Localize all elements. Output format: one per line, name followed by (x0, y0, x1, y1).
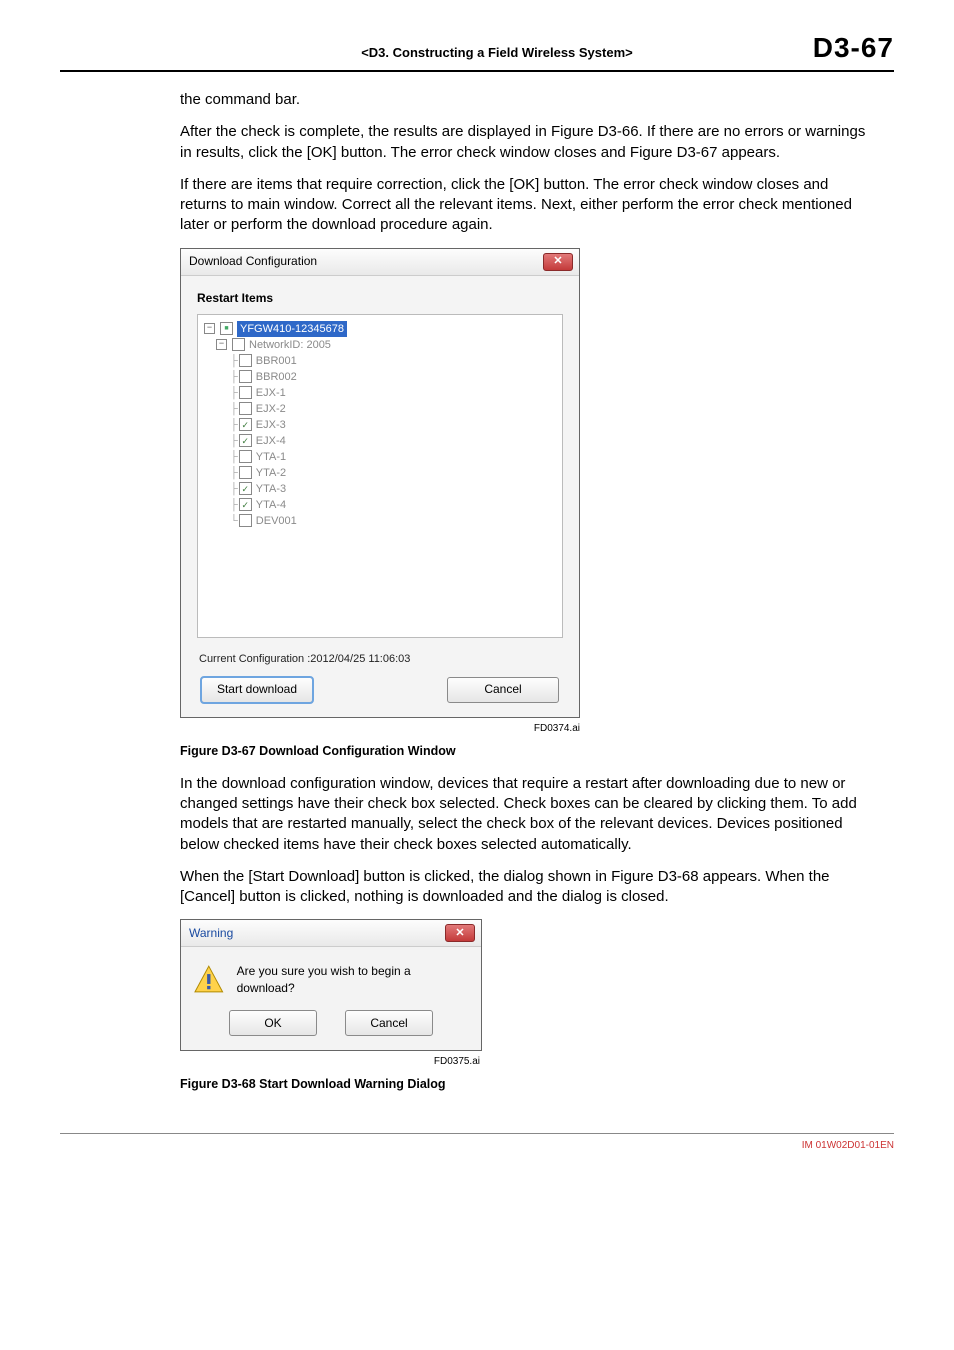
tree-item[interactable]: ├ YTA-2 (204, 465, 556, 481)
page-footer: IM 01W02D01-01EN (60, 1133, 894, 1151)
paragraph: If there are items that require correcti… (180, 175, 874, 236)
dialog-titlebar: Warning ✕ (181, 920, 481, 947)
figure-caption: Figure D3-68 Start Download Warning Dial… (180, 1076, 874, 1093)
tree-item[interactable]: ├ EJX-4 (204, 433, 556, 449)
paragraph: the command bar. (180, 90, 874, 110)
ok-button[interactable]: OK (229, 1010, 317, 1036)
tree-item-label: YTA-3 (256, 481, 286, 497)
close-icon[interactable]: ✕ (445, 924, 475, 942)
tree-item[interactable]: ├ YTA-3 (204, 481, 556, 497)
tree-connector-icon: ├ (230, 497, 237, 513)
tree-connector-icon: ├ (230, 433, 237, 449)
tree-connector-icon: ├ (230, 481, 237, 497)
tree-collapse-icon[interactable]: − (204, 323, 215, 334)
tree-checkbox[interactable] (239, 514, 252, 527)
tree-item[interactable]: ├ EJX-1 (204, 385, 556, 401)
dialog-titlebar: Download Configuration ✕ (181, 249, 579, 276)
warning-icon (193, 964, 225, 996)
restart-items-tree[interactable]: − YFGW410-12345678 − NetworkID: 2005 ├ BB… (197, 314, 563, 638)
dialog-title: Download Configuration (189, 253, 317, 269)
tree-connector-icon: ├ (230, 465, 237, 481)
tree-connector-icon: └ (230, 513, 237, 529)
tree-checkbox[interactable] (239, 402, 252, 415)
tree-item[interactable]: ├ BBR002 (204, 369, 556, 385)
tree-checkbox[interactable] (239, 370, 252, 383)
close-icon[interactable]: ✕ (543, 253, 573, 271)
tree-checkbox[interactable] (239, 498, 252, 511)
figure-ref: FD0374.ai (180, 722, 580, 736)
dialog-title: Warning (189, 925, 233, 941)
tree-item-label: BBR001 (256, 353, 297, 369)
tree-item[interactable]: ├ YTA-4 (204, 497, 556, 513)
tree-item-label: YTA-2 (256, 465, 286, 481)
tree-connector-icon: ├ (230, 401, 237, 417)
tree-checkbox[interactable] (232, 338, 245, 351)
tree-connector-icon: ├ (230, 369, 237, 385)
tree-item[interactable]: ├ BBR001 (204, 353, 556, 369)
tree-item-label: DEV001 (256, 513, 297, 529)
tree-checkbox[interactable] (220, 322, 233, 335)
paragraph: In the download configuration window, de… (180, 774, 874, 855)
tree-item[interactable]: ├ EJX-3 (204, 417, 556, 433)
tree-checkbox[interactable] (239, 482, 252, 495)
tree-checkbox[interactable] (239, 466, 252, 479)
tree-checkbox[interactable] (239, 354, 252, 367)
tree-connector-icon: ├ (230, 353, 237, 369)
tree-connector-icon: ├ (230, 449, 237, 465)
cancel-button[interactable]: Cancel (345, 1010, 433, 1036)
tree-checkbox[interactable] (239, 434, 252, 447)
cancel-button[interactable]: Cancel (447, 677, 559, 703)
tree-item-label: EJX-2 (256, 401, 286, 417)
tree-item[interactable]: ├ EJX-2 (204, 401, 556, 417)
tree-root-label[interactable]: YFGW410-12345678 (237, 321, 347, 337)
figure-ref: FD0375.ai (180, 1055, 480, 1069)
paragraph: When the [Start Download] button is clic… (180, 867, 874, 908)
tree-checkbox[interactable] (239, 418, 252, 431)
download-config-dialog: Download Configuration ✕ Restart Items −… (180, 248, 580, 718)
paragraph: After the check is complete, the results… (180, 122, 874, 163)
tree-item-label: YTA-4 (256, 497, 286, 513)
restart-items-label: Restart Items (197, 290, 563, 306)
figure-caption: Figure D3-67 Download Configuration Wind… (180, 743, 874, 760)
tree-connector-icon: ├ (230, 417, 237, 433)
current-config-label: Current Configuration :2012/04/25 11:06:… (199, 652, 563, 667)
tree-checkbox[interactable] (239, 386, 252, 399)
tree-item-label: EJX-1 (256, 385, 286, 401)
tree-item-label: EJX-4 (256, 433, 286, 449)
tree-item[interactable]: └ DEV001 (204, 513, 556, 529)
tree-collapse-icon[interactable]: − (216, 339, 227, 350)
warning-dialog: Warning ✕ Are you sure you wish to begin… (180, 919, 482, 1050)
header-section: <D3. Constructing a Field Wireless Syste… (361, 45, 633, 60)
tree-item-label: EJX-3 (256, 417, 286, 433)
page-header: <D3. Constructing a Field Wireless Syste… (60, 32, 894, 72)
warning-message: Are you sure you wish to begin a downloa… (237, 963, 469, 995)
tree-item-label: BBR002 (256, 369, 297, 385)
tree-item[interactable]: ├ YTA-1 (204, 449, 556, 465)
header-page-number: D3-67 (813, 32, 894, 64)
tree-checkbox[interactable] (239, 450, 252, 463)
tree-item-label: YTA-1 (256, 449, 286, 465)
start-download-button[interactable]: Start download (201, 677, 313, 703)
tree-connector-icon: ├ (230, 385, 237, 401)
tree-network-label[interactable]: NetworkID: 2005 (249, 337, 331, 353)
